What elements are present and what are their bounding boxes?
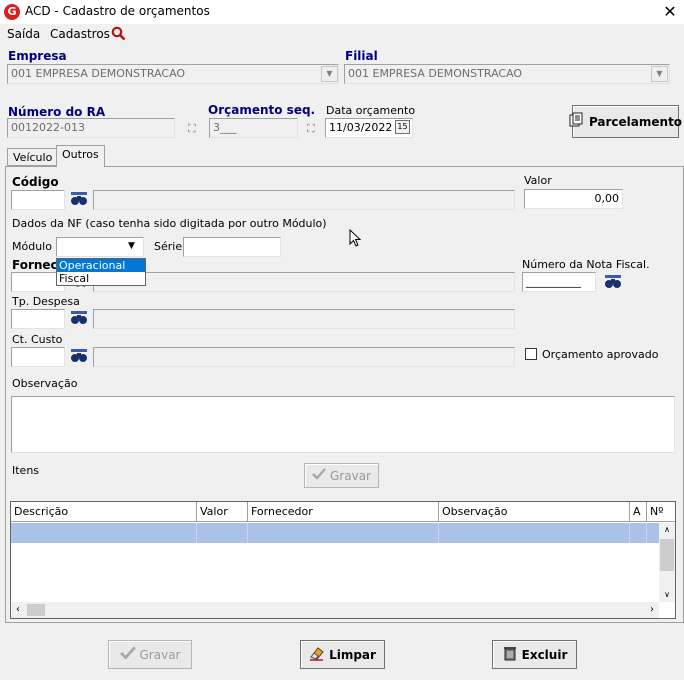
parcelamento-button[interactable]: Parcelamento bbox=[569, 105, 683, 138]
limpar-label: Limpar bbox=[329, 647, 376, 662]
tp-despesa-field[interactable] bbox=[11, 309, 65, 329]
grid-col-numero[interactable]: Nº bbox=[647, 502, 665, 521]
cursor-icon bbox=[349, 228, 362, 250]
ct-custo-label: Ct. Custo bbox=[12, 333, 63, 346]
trash-icon bbox=[502, 645, 518, 664]
empresa-label: Empresa bbox=[8, 49, 67, 63]
binoculars-icon[interactable]: ⛶ bbox=[307, 122, 315, 136]
valor-field[interactable]: 0,00 bbox=[524, 189, 623, 209]
fornecedor-description bbox=[93, 272, 515, 292]
numero-ra-field[interactable]: 0012022-013 bbox=[7, 118, 175, 138]
observacao-textarea[interactable] bbox=[11, 396, 675, 453]
tp-despesa-description bbox=[93, 309, 515, 329]
chevron-down-icon[interactable]: ▼ bbox=[128, 241, 135, 251]
gravar-label: Gravar bbox=[139, 647, 181, 662]
itens-grid[interactable]: Descrição Valor Fornecedor Observação A … bbox=[10, 501, 676, 619]
numero-ra-label: Número do RA bbox=[8, 105, 106, 119]
chevron-down-icon[interactable]: ∨ bbox=[659, 588, 675, 602]
dropdown-option-fiscal[interactable]: Fiscal bbox=[57, 272, 145, 285]
app-logo-icon: G bbox=[4, 4, 20, 20]
itens-gravar-button[interactable]: Gravar bbox=[304, 463, 379, 488]
grid-col-fornecedor[interactable]: Fornecedor bbox=[248, 502, 439, 521]
numero-ra-value: 0012022-013 bbox=[11, 121, 85, 134]
orcamento-aprovado-checkbox[interactable] bbox=[525, 348, 537, 360]
empresa-combo[interactable]: 001 EMPRESA DEMONSTRACAO bbox=[7, 64, 339, 84]
eraser-icon bbox=[309, 645, 325, 664]
modulo-label: Módulo bbox=[12, 240, 52, 253]
binoculars-icon[interactable] bbox=[70, 349, 88, 366]
codigo-description bbox=[93, 190, 515, 210]
itens-gravar-label: Gravar bbox=[330, 468, 371, 483]
menu-saida[interactable]: Saída bbox=[7, 27, 40, 41]
scrollbar-thumb[interactable] bbox=[27, 604, 45, 616]
calendar-icon[interactable]: 15 bbox=[395, 120, 410, 134]
numero-nota-field[interactable]: __________ bbox=[522, 272, 596, 292]
codigo-field[interactable] bbox=[11, 190, 65, 210]
chevron-up-icon[interactable]: ∧ bbox=[659, 523, 675, 537]
orcamento-seq-value: 3___ bbox=[213, 121, 237, 134]
grid-col-valor[interactable]: Valor bbox=[197, 502, 248, 521]
valor-value: 0,00 bbox=[594, 192, 620, 205]
data-orcamento-label: Data orçamento bbox=[326, 104, 416, 117]
documents-icon bbox=[569, 112, 585, 131]
observacao-label: Observação bbox=[12, 377, 78, 390]
check-icon bbox=[119, 646, 136, 663]
close-icon[interactable]: ✕ bbox=[660, 2, 680, 21]
menu-cadastros[interactable]: Cadastros bbox=[50, 27, 110, 41]
grid-col-a[interactable]: A bbox=[630, 502, 647, 521]
binoculars-icon[interactable] bbox=[70, 311, 88, 328]
check-icon bbox=[312, 468, 326, 483]
orcamento-seq-field[interactable]: 3___ bbox=[209, 118, 298, 138]
valor-label: Valor bbox=[524, 174, 552, 187]
serie-label: Série bbox=[154, 240, 183, 253]
numero-nota-label: Número da Nota Fiscal. bbox=[522, 258, 650, 271]
chevron-down-icon[interactable]: ▼ bbox=[651, 66, 668, 82]
gravar-button[interactable]: Gravar bbox=[108, 640, 192, 669]
filial-value: 001 EMPRESA DEMONSTRACAO bbox=[348, 67, 523, 80]
filial-label: Filial bbox=[345, 49, 378, 63]
filial-combo[interactable]: 001 EMPRESA DEMONSTRACAO bbox=[344, 64, 670, 84]
ct-custo-field[interactable] bbox=[11, 347, 65, 367]
serie-field[interactable] bbox=[183, 237, 281, 257]
grid-header: Descrição Valor Fornecedor Observação A … bbox=[11, 502, 675, 522]
limpar-button[interactable]: Limpar bbox=[300, 640, 385, 669]
modulo-dropdown-list: Operacional Fiscal bbox=[56, 258, 146, 286]
binoculars-icon[interactable] bbox=[70, 192, 88, 209]
binoculars-icon[interactable]: ⛶ bbox=[188, 122, 196, 136]
orcamento-seq-label: Orçamento seq. bbox=[208, 103, 316, 117]
data-orcamento-value: 11/03/2022 bbox=[329, 121, 393, 134]
dropdown-option-operacional[interactable]: Operacional bbox=[57, 259, 145, 272]
numero-nota-value: __________ bbox=[526, 275, 581, 288]
binoculars-icon[interactable] bbox=[604, 275, 622, 292]
tab-veiculo[interactable]: Veículo bbox=[7, 148, 59, 166]
window-title: ACD - Cadastro de orçamentos bbox=[25, 4, 210, 18]
chevron-right-icon[interactable]: › bbox=[645, 602, 659, 618]
parcelamento-label: Parcelamento bbox=[588, 114, 683, 129]
tp-despesa-label: Tp. Despesa bbox=[12, 295, 80, 308]
nf-note: Dados da NF (caso tenha sido digitada po… bbox=[12, 217, 327, 230]
grid-vertical-scrollbar[interactable]: ∧ ∨ bbox=[659, 523, 675, 602]
chevron-down-icon[interactable]: ▼ bbox=[321, 66, 338, 82]
table-row[interactable] bbox=[11, 523, 659, 543]
orcamento-aprovado-label: Orçamento aprovado bbox=[542, 348, 659, 361]
grid-horizontal-scrollbar[interactable]: ‹ › bbox=[11, 602, 659, 618]
ct-custo-description bbox=[93, 347, 515, 367]
empresa-value: 001 EMPRESA DEMONSTRACAO bbox=[11, 67, 186, 80]
search-icon[interactable] bbox=[111, 26, 126, 44]
grid-col-descricao[interactable]: Descrição bbox=[11, 502, 197, 521]
grid-col-observacao[interactable]: Observação bbox=[439, 502, 630, 521]
excluir-button[interactable]: Excluir bbox=[492, 640, 577, 669]
scrollbar-thumb[interactable] bbox=[660, 539, 674, 571]
chevron-left-icon[interactable]: ‹ bbox=[11, 602, 25, 618]
itens-label: Itens bbox=[12, 464, 40, 477]
tab-outros[interactable]: Outros bbox=[56, 145, 105, 167]
codigo-label: Código bbox=[12, 175, 59, 189]
excluir-label: Excluir bbox=[521, 647, 568, 662]
